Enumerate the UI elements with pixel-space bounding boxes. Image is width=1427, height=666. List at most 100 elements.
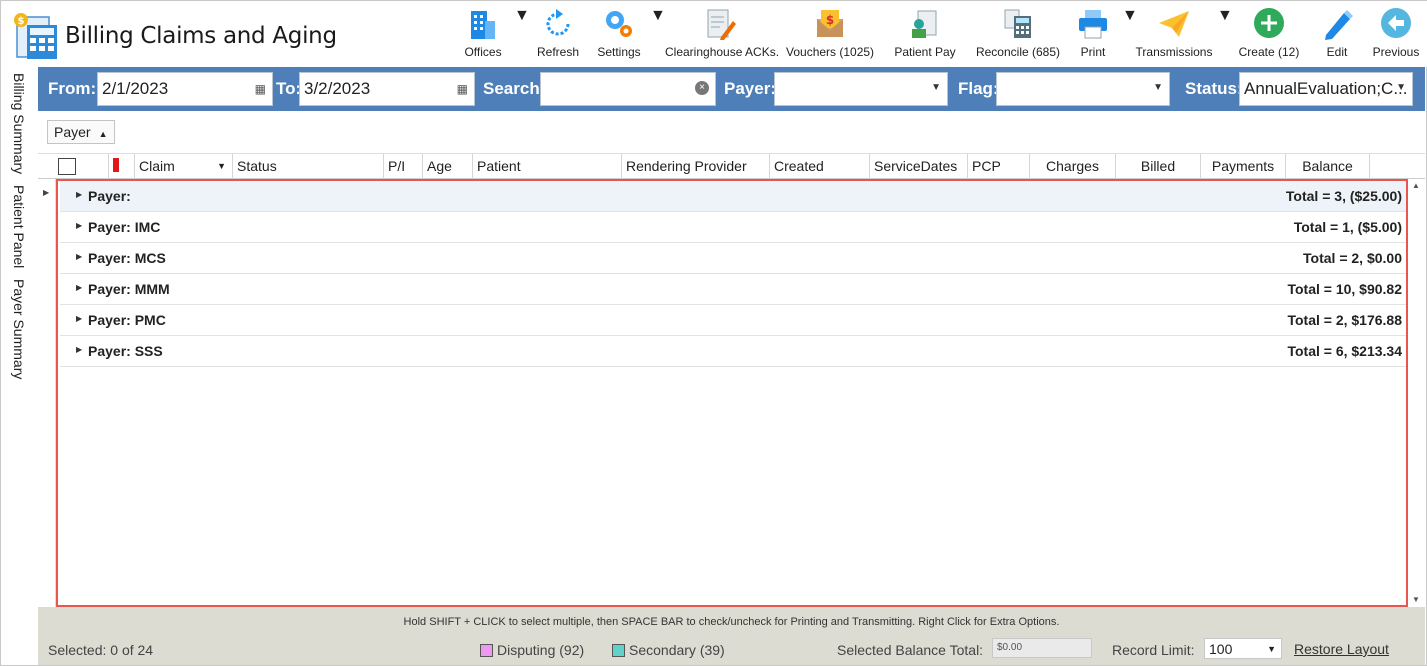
column-header-charges[interactable]: Charges xyxy=(1029,154,1115,179)
column-header-created[interactable]: Created xyxy=(769,154,869,179)
tab-billing-summary[interactable]: Billing Summary xyxy=(11,73,27,174)
flag-select[interactable]: ▼ xyxy=(996,72,1170,106)
svg-text:$: $ xyxy=(826,13,834,27)
legend-disputing: Disputing (92) xyxy=(480,642,584,658)
secondary-swatch xyxy=(612,644,625,657)
scroll-up-icon[interactable]: ▲ xyxy=(1412,181,1420,190)
calendar-icon[interactable]: ▦ xyxy=(457,82,468,96)
document-edit-icon xyxy=(707,9,736,40)
settings-dropdown-icon[interactable]: ▼ xyxy=(650,7,666,65)
column-header-status[interactable]: Status xyxy=(232,154,383,179)
previous-button[interactable]: Previous xyxy=(1371,7,1421,65)
transmissions-button[interactable]: Transmissions xyxy=(1135,7,1213,65)
paper-plane-icon xyxy=(1159,11,1189,37)
chevron-down-icon: ▼ xyxy=(1153,82,1163,93)
column-header-service-dates[interactable]: ServiceDates xyxy=(869,154,967,179)
from-label: From: xyxy=(48,79,97,98)
column-header-rendering-provider[interactable]: Rendering Provider xyxy=(621,154,769,179)
refresh-button[interactable]: Refresh xyxy=(536,7,580,65)
transmissions-dropdown-icon[interactable]: ▼ xyxy=(1217,7,1233,65)
offices-button[interactable]: Offices xyxy=(460,7,506,65)
status-bar: Hold SHIFT + CLICK to select multiple, t… xyxy=(38,607,1425,665)
search-input[interactable]: × xyxy=(540,72,716,106)
to-label: To: xyxy=(276,79,302,98)
group-by-panel: Payer ▲ xyxy=(38,111,1425,153)
group-row[interactable]: ▶ Payer: IMC Total = 1, ($5.00) xyxy=(60,212,1406,243)
vouchers-button[interactable]: $ Vouchers (1025) xyxy=(786,7,874,65)
print-button[interactable]: Print xyxy=(1073,7,1113,65)
group-row[interactable]: ▶ Payer: MMM Total = 10, $90.82 xyxy=(60,274,1406,305)
to-date-input[interactable]: 3/2/2023 ▦ xyxy=(299,72,475,106)
clearinghouse-acks-button[interactable]: Clearinghouse ACKs. xyxy=(665,7,779,65)
tab-payer-summary[interactable]: Payer Summary xyxy=(11,279,27,379)
clear-icon[interactable]: × xyxy=(695,81,709,95)
calendar-icon[interactable]: ▦ xyxy=(255,82,266,96)
calculator-icon xyxy=(1004,9,1031,38)
offices-dropdown-icon[interactable]: ▼ xyxy=(514,7,530,65)
selected-count: Selected: 0 of 24 xyxy=(48,642,154,658)
select-all-checkbox[interactable] xyxy=(58,158,76,175)
create-button[interactable]: Create (12) xyxy=(1236,7,1302,65)
status-select[interactable]: AnnualEvaluation;C... ▼ xyxy=(1239,72,1413,106)
column-header-age[interactable]: Age xyxy=(422,154,472,179)
column-header-pcp[interactable]: PCP xyxy=(967,154,1029,179)
gear-icon xyxy=(606,11,632,37)
group-row[interactable]: ▶ Payer: MCS Total = 2, $0.00 xyxy=(60,243,1406,274)
current-row-icon: ▶ xyxy=(43,188,50,197)
chevron-down-icon: ▼ xyxy=(931,82,941,93)
side-tabs: Billing Summary Patient Panel Payer Summ… xyxy=(1,67,38,607)
printer-icon xyxy=(1079,10,1107,39)
expand-icon[interactable]: ▶ xyxy=(76,190,82,199)
column-header-balance[interactable]: Balance xyxy=(1285,154,1369,179)
payer-select[interactable]: ▼ xyxy=(774,72,948,106)
restore-layout-link[interactable]: Restore Layout xyxy=(1294,641,1389,657)
column-header-billed[interactable]: Billed xyxy=(1115,154,1200,179)
filter-dropdown-icon[interactable]: ▼ xyxy=(217,161,226,171)
record-limit-label: Record Limit: xyxy=(1112,642,1195,658)
group-row[interactable]: ▶ Payer: SSS Total = 6, $213.34 xyxy=(60,336,1406,367)
billing-calculator-icon: $ xyxy=(14,13,57,59)
from-date-input[interactable]: 2/1/2023 ▦ xyxy=(97,72,273,106)
flag-column-header[interactable] xyxy=(108,154,134,179)
group-by-payer-chip[interactable]: Payer ▲ xyxy=(47,120,115,144)
flag-icon xyxy=(113,158,119,172)
tab-patient-panel[interactable]: Patient Panel xyxy=(11,185,27,268)
grid-header: Claim ▼ Status P/I Age Patient Rendering … xyxy=(38,153,1425,179)
patient-pay-button[interactable]: Patient Pay xyxy=(892,7,958,65)
expand-icon[interactable]: ▶ xyxy=(76,345,82,354)
pencil-icon xyxy=(1325,10,1353,40)
column-header-payments[interactable]: Payments xyxy=(1200,154,1285,179)
group-row[interactable]: ▶ Payer: Total = 3, ($25.00) xyxy=(60,181,1406,212)
settings-button[interactable]: Settings xyxy=(595,7,643,65)
billing-claims-window: $ Billing Claims and Aging Offices ▼ Ref… xyxy=(0,0,1427,666)
column-header-patient[interactable]: Patient xyxy=(472,154,621,179)
row-indicator: ▶ xyxy=(38,179,56,607)
title-toolbar: $ Billing Claims and Aging Offices ▼ Ref… xyxy=(1,1,1427,67)
scroll-down-icon[interactable]: ▼ xyxy=(1412,595,1420,604)
sort-ascending-icon: ▲ xyxy=(98,129,108,139)
chevron-down-icon: ▼ xyxy=(1396,82,1406,93)
grouped-rows: ▶ Payer: Total = 3, ($25.00) ▶ Payer: IM… xyxy=(56,179,1408,607)
expand-icon[interactable]: ▶ xyxy=(76,314,82,323)
expand-icon[interactable]: ▶ xyxy=(76,283,82,292)
building-icon xyxy=(471,11,495,39)
disputing-swatch xyxy=(480,644,493,657)
patient-pay-icon xyxy=(912,10,937,38)
plus-circle-icon xyxy=(1254,8,1284,38)
edit-button[interactable]: Edit xyxy=(1317,7,1357,65)
legend-secondary: Secondary (39) xyxy=(612,642,725,658)
expand-icon[interactable]: ▶ xyxy=(76,221,82,230)
selected-balance-label: Selected Balance Total: xyxy=(837,642,984,658)
search-label: Search: xyxy=(483,79,546,98)
expand-icon[interactable]: ▶ xyxy=(76,252,82,261)
column-header-claim[interactable]: Claim ▼ xyxy=(134,154,232,179)
vertical-scrollbar[interactable]: ▲ ▼ xyxy=(1408,179,1425,607)
svg-text:$: $ xyxy=(18,16,25,27)
envelope-money-icon: $ xyxy=(817,10,843,37)
record-limit-select[interactable]: 100 ▼ xyxy=(1204,638,1282,659)
group-row[interactable]: ▶ Payer: PMC Total = 2, $176.88 xyxy=(60,305,1406,336)
refresh-icon xyxy=(546,9,570,36)
column-header-pi[interactable]: P/I xyxy=(383,154,422,179)
flag-label: Flag: xyxy=(958,79,999,98)
reconcile-button[interactable]: Reconcile (685) xyxy=(975,7,1061,65)
